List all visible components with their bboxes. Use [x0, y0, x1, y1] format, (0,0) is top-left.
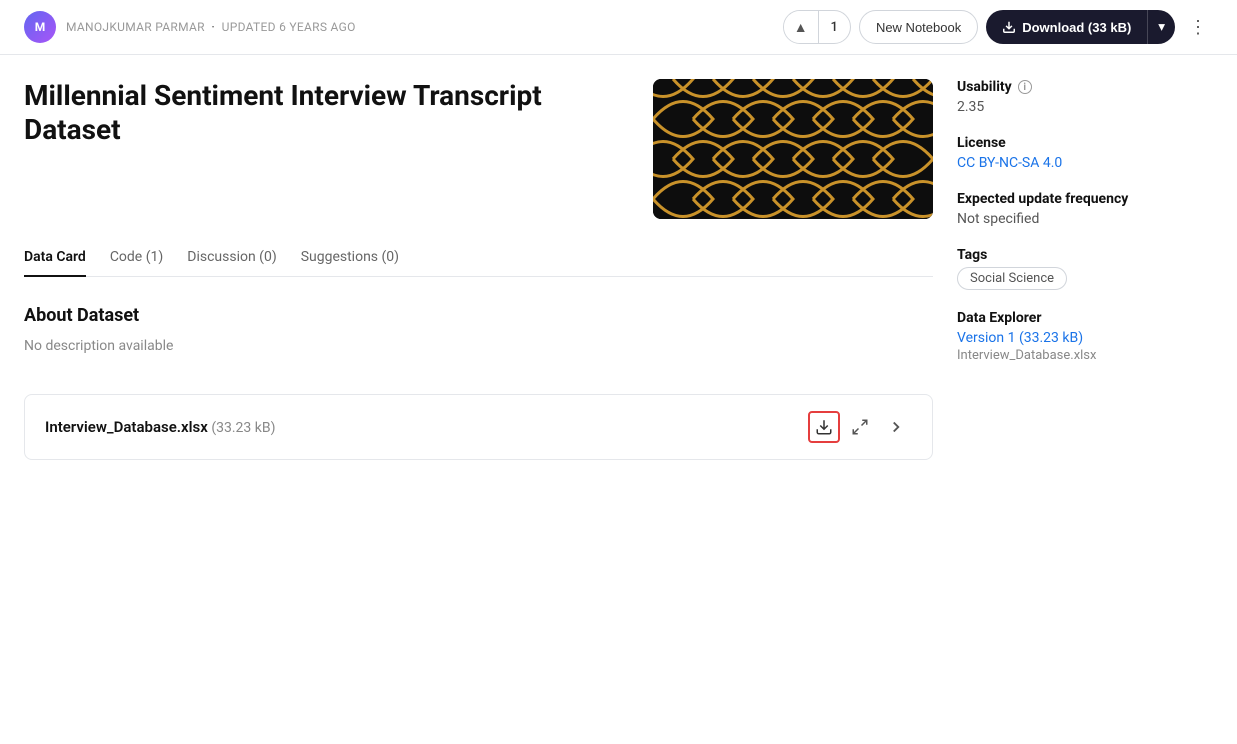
about-section: About Dataset No description available [24, 305, 933, 354]
page-header: M MANOJKUMAR PARMAR · UPDATED 6 YEARS AG… [0, 0, 1237, 55]
usability-value: 2.35 [957, 99, 1213, 115]
dataset-header: Millennial Sentiment Interview Transcrip… [24, 79, 933, 219]
tags-label: Tags [957, 247, 1213, 263]
usability-info-icon[interactable]: i [1018, 80, 1032, 94]
about-heading: About Dataset [24, 305, 933, 326]
data-explorer-sub: Interview_Database.xlsx [957, 348, 1213, 363]
tags-section: Tags Social Science [957, 247, 1213, 290]
file-section: Interview_Database.xlsx (33.23 kB) [24, 394, 933, 460]
file-next-button[interactable] [880, 411, 912, 443]
left-panel: Millennial Sentiment Interview Transcrip… [0, 55, 957, 484]
vote-count: 1 [819, 20, 850, 35]
main-content: Millennial Sentiment Interview Transcrip… [0, 55, 1237, 484]
expand-icon [851, 418, 869, 436]
chevron-down-icon: ▾ [1158, 19, 1165, 35]
thumbnail-svg [653, 79, 933, 219]
download-button[interactable]: Download (33 kB) [986, 10, 1147, 44]
update-freq-label: Expected update frequency [957, 191, 1213, 207]
up-arrow-icon: ▲ [794, 19, 808, 36]
license-value[interactable]: CC BY-NC-SA 4.0 [957, 155, 1062, 171]
tag-social-science[interactable]: Social Science [957, 267, 1067, 290]
file-name: Interview_Database.xlsx [45, 418, 208, 436]
data-explorer-label: Data Explorer [957, 310, 1213, 326]
no-description: No description available [24, 338, 933, 354]
tabs: Data Card Code (1) Discussion (0) Sugges… [24, 239, 933, 277]
file-download-icon [815, 418, 833, 436]
license-section: License CC BY-NC-SA 4.0 [957, 135, 1213, 171]
avatar: M [24, 11, 56, 43]
tab-suggestions[interactable]: Suggestions (0) [301, 239, 399, 277]
usability-section: Usability i 2.35 [957, 79, 1213, 115]
download-button-group: Download (33 kB) ▾ [986, 10, 1175, 44]
tab-data-card[interactable]: Data Card [24, 239, 86, 277]
author-name: MANOJKUMAR PARMAR [66, 20, 205, 34]
data-explorer-link[interactable]: Version 1 (33.23 kB) [957, 330, 1083, 346]
file-size: (33.23 kB) [211, 420, 275, 436]
file-download-button[interactable] [808, 411, 840, 443]
new-notebook-button[interactable]: New Notebook [859, 10, 978, 44]
file-info: Interview_Database.xlsx (33.23 kB) [45, 418, 275, 436]
vote-button[interactable]: ▲ 1 [783, 10, 851, 44]
dataset-thumbnail [653, 79, 933, 219]
download-chevron-button[interactable]: ▾ [1147, 10, 1175, 44]
right-panel: Usability i 2.35 License CC BY-NC-SA 4.0… [957, 55, 1237, 484]
tab-discussion[interactable]: Discussion (0) [187, 239, 276, 277]
update-freq-value: Not specified [957, 211, 1213, 227]
header-right: ▲ 1 New Notebook Download (33 kB) ▾ ⋮ [783, 10, 1213, 44]
more-options-button[interactable]: ⋮ [1183, 13, 1213, 42]
usability-label: Usability i [957, 79, 1213, 95]
download-icon [1002, 20, 1016, 34]
license-label: License [957, 135, 1213, 151]
header-left: M MANOJKUMAR PARMAR · UPDATED 6 YEARS AG… [24, 11, 356, 43]
dataset-title: Millennial Sentiment Interview Transcrip… [24, 79, 633, 146]
header-meta: MANOJKUMAR PARMAR · UPDATED 6 YEARS AGO [66, 20, 356, 34]
updated-text: UPDATED 6 YEARS AGO [222, 20, 356, 34]
file-expand-button[interactable] [844, 411, 876, 443]
download-label: Download (33 kB) [1022, 20, 1131, 35]
file-actions [808, 411, 912, 443]
chevron-right-icon [887, 418, 905, 436]
update-freq-section: Expected update frequency Not specified [957, 191, 1213, 227]
upvote-arrow[interactable]: ▲ [784, 11, 819, 43]
tab-code[interactable]: Code (1) [110, 239, 163, 277]
data-explorer-section: Data Explorer Version 1 (33.23 kB) Inter… [957, 310, 1213, 363]
